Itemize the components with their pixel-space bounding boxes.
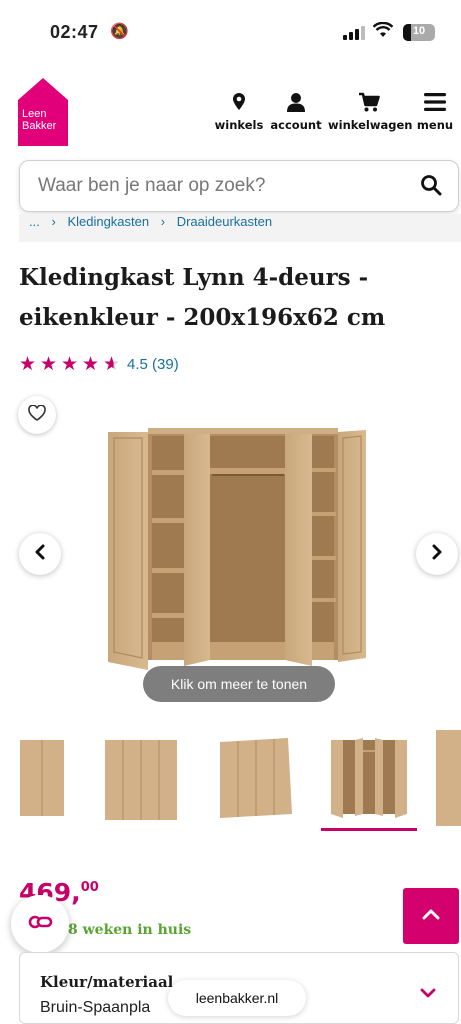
location-pin-icon — [214, 92, 264, 114]
wifi-icon — [372, 21, 394, 43]
chevron-left-icon — [34, 544, 46, 565]
status-bar: 02:47 🔕 10 — [0, 0, 461, 62]
chevron-right-icon — [431, 544, 443, 565]
nav-winkels[interactable]: winkels — [214, 92, 264, 132]
product-title: Kledingkast Lynn 4-deurs - eikenkleur - … — [19, 264, 386, 331]
signal-icon — [343, 26, 367, 40]
option-value: Bruin-Spaanpla — [40, 999, 151, 1016]
hamburger-menu-icon — [416, 92, 454, 114]
option-label: Kleur/materiaal — [40, 973, 174, 991]
nav-winkelwagen[interactable]: winkelwagen — [328, 92, 413, 132]
thumbnail-4[interactable] — [329, 728, 409, 838]
half-star-icon: ★ — [103, 353, 124, 376]
next-image-button[interactable] — [416, 533, 458, 575]
thumbnail-1[interactable] — [18, 728, 66, 838]
price-cents: 00 — [80, 880, 99, 895]
browser-url-bar[interactable]: leenbakker.nl — [168, 980, 306, 1016]
nav-menu[interactable]: menu — [416, 92, 454, 132]
search-bar — [19, 160, 459, 212]
nav-winkels-label: winkels — [214, 118, 264, 132]
breadcrumb: ... › Kledingkasten › Draaideurkasten — [19, 214, 461, 242]
thumbnail-2[interactable] — [103, 728, 179, 838]
product-main-image[interactable] — [100, 420, 370, 685]
logo-text-line1: Leen — [22, 108, 47, 120]
chevron-up-icon — [422, 907, 440, 925]
cart-icon — [328, 92, 410, 114]
previous-image-button[interactable] — [19, 533, 61, 575]
show-more-tooltip[interactable]: Klik om meer te tonen — [143, 666, 335, 702]
nav-winkelwagen-label: winkelwagen — [328, 118, 413, 132]
status-time: 02:47 — [50, 22, 99, 42]
breadcrumb-separator: › — [160, 214, 166, 229]
search-input[interactable] — [38, 173, 398, 199]
chat-button[interactable] — [11, 895, 69, 953]
leen-bakker-logo[interactable]: Leen Bakker — [18, 78, 68, 146]
breadcrumb-ellipsis[interactable]: ... — [29, 214, 40, 229]
search-icon[interactable] — [420, 174, 442, 196]
thumbnail-5[interactable] — [436, 728, 461, 838]
nav-account-label: account — [270, 118, 322, 132]
battery-level: 10 — [412, 25, 426, 37]
scroll-to-top-button[interactable] — [403, 888, 459, 944]
chevron-down-icon — [420, 985, 436, 1003]
heart-icon — [28, 403, 46, 426]
product-rating[interactable]: ★ ★ ★ ★ ★ 4.5 (39) — [19, 352, 179, 376]
breadcrumb-separator: › — [51, 214, 56, 229]
site-header: Leen Bakker winkels account winkelwagen … — [0, 62, 461, 152]
star-icon: ★ — [40, 353, 58, 375]
user-icon — [270, 92, 322, 114]
nav-menu-label: menu — [416, 118, 454, 132]
bell-muted-icon: 🔕 — [110, 23, 129, 40]
logo-text-line2: Bakker — [22, 120, 57, 132]
star-icon: ★ — [19, 353, 37, 375]
delivery-time: 8 weken in huis — [68, 922, 192, 938]
breadcrumb-draaideurkasten[interactable]: Draaideurkasten — [177, 214, 272, 229]
thumbnail-3[interactable] — [218, 728, 294, 838]
favorite-button[interactable] — [18, 396, 56, 434]
chat-icon — [25, 914, 55, 935]
thumbnail-strip — [0, 728, 461, 838]
breadcrumb-kledingkasten[interactable]: Kledingkasten — [67, 214, 149, 229]
rating-text[interactable]: 4.5 (39) — [127, 356, 179, 373]
selected-thumbnail-indicator — [321, 828, 417, 831]
battery-icon: 10 — [403, 24, 435, 41]
nav-account[interactable]: account — [270, 92, 322, 132]
star-icon: ★ — [82, 353, 100, 375]
star-icon: ★ — [61, 353, 79, 375]
